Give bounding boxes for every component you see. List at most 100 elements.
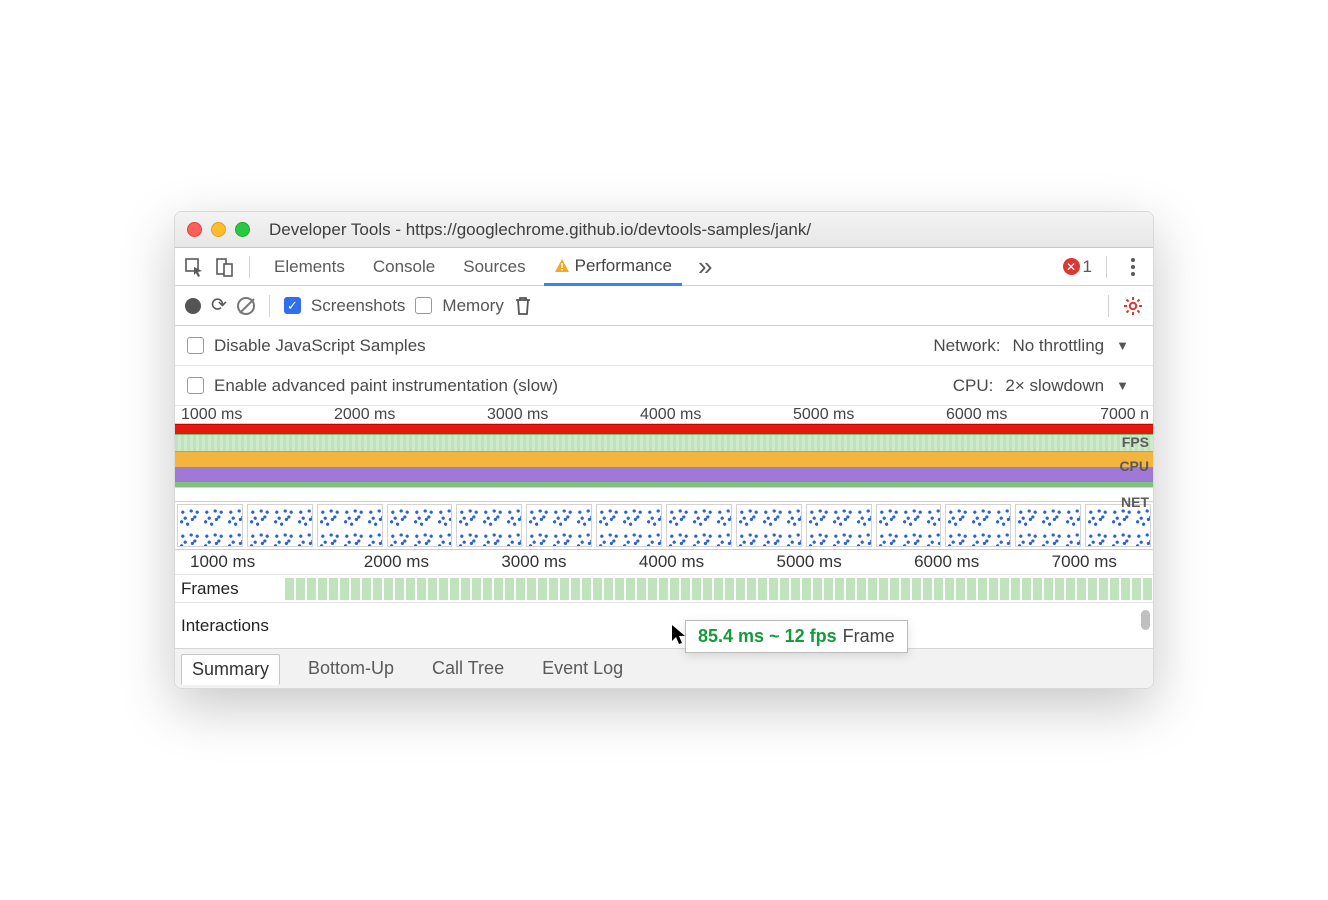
separator bbox=[1108, 295, 1109, 317]
cursor-icon bbox=[671, 624, 689, 646]
tick: 4000 ms bbox=[603, 552, 741, 572]
screenshot-thumb[interactable] bbox=[1085, 504, 1151, 547]
perf-toolbar: ⟳ ✓ Screenshots Memory bbox=[175, 286, 1153, 326]
tab-event-log[interactable]: Event Log bbox=[532, 654, 633, 683]
screenshots-label: Screenshots bbox=[311, 296, 406, 316]
cpu-throttle-select[interactable]: CPU: 2× slowdown ▼ bbox=[953, 376, 1129, 396]
record-button[interactable] bbox=[185, 298, 201, 314]
interactions-track-label: Interactions bbox=[175, 616, 285, 636]
fps-lane bbox=[175, 434, 1153, 452]
screenshot-thumb[interactable] bbox=[317, 504, 383, 547]
devtools-menu-icon[interactable] bbox=[1121, 258, 1145, 276]
reload-record-button[interactable]: ⟳ bbox=[211, 294, 227, 317]
tab-console[interactable]: Console bbox=[363, 248, 445, 285]
disable-js-samples-label: Disable JavaScript Samples bbox=[214, 336, 426, 356]
perf-settings-row-1: Disable JavaScript Samples Network: No t… bbox=[175, 326, 1153, 366]
chevron-down-icon: ▼ bbox=[1116, 338, 1129, 353]
window-title: Developer Tools - https://googlechrome.g… bbox=[269, 220, 811, 240]
separator bbox=[249, 256, 250, 278]
network-label: Network: bbox=[933, 336, 1000, 356]
warning-icon bbox=[554, 258, 570, 274]
tick: 4000 ms bbox=[634, 406, 787, 423]
tick: 1000 ms bbox=[175, 406, 328, 423]
screenshot-thumb[interactable] bbox=[526, 504, 592, 547]
enable-paint-instr-checkbox[interactable] bbox=[187, 377, 204, 394]
window-minimize-button[interactable] bbox=[211, 222, 226, 237]
fps-warning-bar bbox=[175, 424, 1153, 434]
tick: 6000 ms bbox=[940, 406, 1093, 423]
screenshots-checkbox[interactable]: ✓ bbox=[284, 297, 301, 314]
frames-bars[interactable] bbox=[285, 578, 1153, 600]
disable-js-samples-checkbox[interactable] bbox=[187, 337, 204, 354]
screenshot-thumb[interactable] bbox=[666, 504, 732, 547]
tick: 2000 ms bbox=[328, 406, 481, 423]
screenshot-thumb[interactable] bbox=[945, 504, 1011, 547]
screenshot-thumb[interactable] bbox=[806, 504, 872, 547]
tab-sources[interactable]: Sources bbox=[453, 248, 535, 285]
clear-recording-button[interactable] bbox=[237, 297, 255, 315]
devtools-window: Developer Tools - https://googlechrome.g… bbox=[174, 211, 1154, 689]
error-count-value: 1 bbox=[1083, 257, 1092, 277]
screenshot-thumb[interactable] bbox=[456, 504, 522, 547]
inspect-element-icon[interactable] bbox=[183, 256, 205, 278]
tab-performance-label: Performance bbox=[575, 256, 672, 276]
overview-charts[interactable]: FPS CPU NET bbox=[175, 424, 1153, 550]
memory-label: Memory bbox=[442, 296, 503, 316]
net-lane bbox=[175, 488, 1153, 502]
screenshot-thumb[interactable] bbox=[876, 504, 942, 547]
window-titlebar: Developer Tools - https://googlechrome.g… bbox=[175, 212, 1153, 248]
cpu-value: 2× slowdown bbox=[1005, 376, 1104, 396]
tab-call-tree[interactable]: Call Tree bbox=[422, 654, 514, 683]
window-close-button[interactable] bbox=[187, 222, 202, 237]
separator bbox=[269, 295, 270, 317]
error-icon: ✕ bbox=[1063, 258, 1080, 275]
separator bbox=[1106, 256, 1107, 278]
chevron-down-icon: ▼ bbox=[1116, 378, 1129, 393]
tab-performance[interactable]: Performance bbox=[544, 249, 682, 286]
enable-paint-instr-label: Enable advanced paint instrumentation (s… bbox=[214, 376, 558, 396]
screenshots-filmstrip[interactable] bbox=[175, 502, 1153, 550]
screenshot-thumb[interactable] bbox=[736, 504, 802, 547]
frame-tooltip-metric: 85.4 ms ~ 12 fps bbox=[698, 626, 837, 647]
frames-track-label: Frames bbox=[175, 579, 285, 599]
flame-chart-area[interactable]: 1000 ms 2000 ms 3000 ms 4000 ms 5000 ms … bbox=[175, 550, 1153, 648]
devtools-tabstrip: Elements Console Sources Performance » ✕… bbox=[175, 248, 1153, 286]
cpu-lane-label: CPU bbox=[1119, 458, 1149, 474]
detail-time-ruler[interactable]: 1000 ms 2000 ms 3000 ms 4000 ms 5000 ms … bbox=[175, 550, 1153, 574]
tabs-overflow-icon[interactable]: » bbox=[690, 251, 720, 282]
tick: 5000 ms bbox=[787, 406, 940, 423]
tick: 6000 ms bbox=[878, 552, 1016, 572]
net-lane-label: NET bbox=[1121, 494, 1149, 510]
frame-tooltip: 85.4 ms ~ 12 fps Frame bbox=[685, 620, 908, 653]
tab-summary[interactable]: Summary bbox=[181, 654, 280, 685]
screenshot-thumb[interactable] bbox=[177, 504, 243, 547]
network-throttle-select[interactable]: Network: No throttling ▼ bbox=[933, 336, 1129, 356]
frame-tooltip-suffix: Frame bbox=[843, 626, 895, 647]
perf-settings-row-2: Enable advanced paint instrumentation (s… bbox=[175, 366, 1153, 406]
window-zoom-button[interactable] bbox=[235, 222, 250, 237]
tick: 3000 ms bbox=[465, 552, 603, 572]
screenshot-thumb[interactable] bbox=[1015, 504, 1081, 547]
tab-elements[interactable]: Elements bbox=[264, 248, 355, 285]
frames-track[interactable]: Frames bbox=[175, 574, 1153, 602]
garbage-collect-icon[interactable] bbox=[514, 296, 532, 316]
details-tabs: Summary Bottom-Up Call Tree Event Log bbox=[175, 648, 1153, 688]
cpu-label: CPU: bbox=[953, 376, 994, 396]
tab-bottom-up[interactable]: Bottom-Up bbox=[298, 654, 404, 683]
memory-checkbox[interactable] bbox=[415, 297, 432, 314]
screenshot-thumb[interactable] bbox=[596, 504, 662, 547]
tick: 1000 ms bbox=[175, 552, 328, 572]
device-toggle-icon[interactable] bbox=[213, 256, 235, 278]
tick: 5000 ms bbox=[740, 552, 878, 572]
tick: 3000 ms bbox=[481, 406, 634, 423]
screenshot-thumb[interactable] bbox=[387, 504, 453, 547]
network-value: No throttling bbox=[1012, 336, 1104, 356]
error-count[interactable]: ✕ 1 bbox=[1063, 257, 1092, 277]
tick: 2000 ms bbox=[328, 552, 466, 572]
tick: 7000 n bbox=[1093, 406, 1153, 423]
vertical-scrollbar[interactable] bbox=[1141, 610, 1150, 630]
overview-time-ruler[interactable]: 1000 ms 2000 ms 3000 ms 4000 ms 5000 ms … bbox=[175, 406, 1153, 424]
interactions-track[interactable]: Interactions 85.4 ms ~ 12 fps Frame bbox=[175, 602, 1153, 648]
capture-settings-icon[interactable] bbox=[1123, 296, 1143, 316]
screenshot-thumb[interactable] bbox=[247, 504, 313, 547]
